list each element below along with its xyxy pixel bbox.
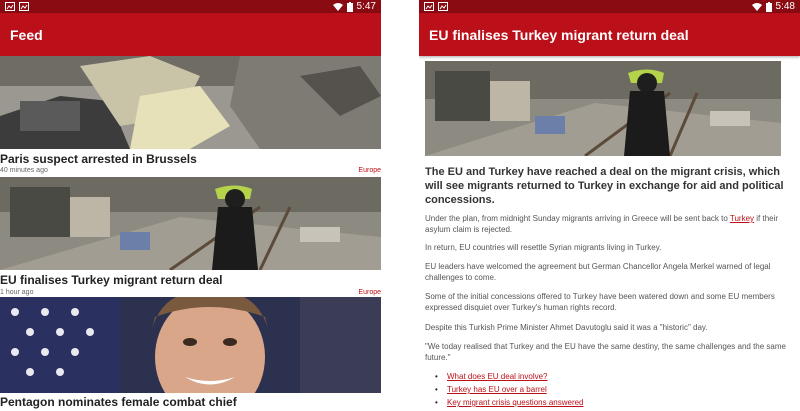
paragraph-text: Under the plan, from midnight Sunday mig… <box>425 214 730 223</box>
feed-story[interactable]: Paris suspect arrested in Brussels 40 mi… <box>0 56 381 177</box>
story-headline[interactable]: EU finalises Turkey migrant return deal <box>0 273 223 287</box>
wifi-icon <box>332 2 343 11</box>
feed-screen: 5:47 Feed Paris suspect arrested in Brus… <box>0 0 381 411</box>
story-headline[interactable]: Paris suspect arrested in Brussels <box>0 152 197 166</box>
article-paragraph: Despite this Turkish Prime Minister Ahme… <box>425 323 708 332</box>
story-section-tag[interactable]: Europe <box>358 289 381 296</box>
wifi-icon <box>751 2 762 11</box>
story-image[interactable] <box>0 56 381 149</box>
article-paragraph: "We today realised that Turkey and the E… <box>425 342 786 362</box>
story-timestamp: 1 hour ago <box>0 289 34 296</box>
related-link[interactable]: Turkey has EU over a barrel <box>447 385 547 394</box>
article-lead: The EU and Turkey have reached a deal on… <box>425 166 784 206</box>
page-title: EU finalises Turkey migrant return deal <box>429 26 689 43</box>
feed-story[interactable]: Pentagon nominates female combat chief <box>0 297 381 411</box>
article-image <box>425 61 781 156</box>
related-link-item: Key migrant crisis questions answered <box>435 396 584 409</box>
article-body: The EU and Turkey have reached a deal on… <box>419 56 800 411</box>
app-bar: EU finalises Turkey migrant return deal <box>419 13 800 56</box>
turkey-link[interactable]: Turkey <box>730 214 754 223</box>
story-image[interactable] <box>0 297 381 393</box>
photo-notification-icon <box>424 2 434 11</box>
story-image[interactable] <box>0 177 381 270</box>
feed-story[interactable]: EU finalises Turkey migrant return deal … <box>0 177 381 297</box>
battery-icon <box>765 1 772 12</box>
related-link-item: Turkey has EU over a barrel <box>435 383 584 396</box>
photo-notification-icon <box>19 2 29 11</box>
article-paragraph: EU leaders have welcomed the agreement b… <box>425 262 771 282</box>
app-bar: Feed <box>0 13 381 56</box>
status-time: 5:48 <box>775 1 795 12</box>
related-links: What does EU deal involve? Turkey has EU… <box>435 370 584 409</box>
related-link[interactable]: Key migrant crisis questions answered <box>447 398 584 407</box>
page-title: Feed <box>10 26 43 43</box>
article-paragraph: In return, EU countries will resettle Sy… <box>425 243 662 252</box>
photo-notification-icon <box>438 2 448 11</box>
story-headline[interactable]: Pentagon nominates female combat chief <box>0 395 237 409</box>
story-section-tag[interactable]: Europe <box>358 167 381 174</box>
story-timestamp: 40 minutes ago <box>0 167 48 174</box>
status-bar: 5:48 <box>419 0 800 13</box>
article-screen: 5:48 EU finalises Turkey migrant return … <box>419 0 800 411</box>
article-paragraph: Under the plan, from midnight Sunday mig… <box>425 213 793 235</box>
status-bar: 5:47 <box>0 0 381 13</box>
related-link[interactable]: What does EU deal involve? <box>447 372 548 381</box>
status-time: 5:47 <box>356 1 376 12</box>
article-paragraph: Some of the initial concessions offered … <box>425 292 775 312</box>
feed-list: Paris suspect arrested in Brussels 40 mi… <box>0 56 381 411</box>
photo-notification-icon <box>5 2 15 11</box>
battery-icon <box>346 1 353 12</box>
related-link-item: What does EU deal involve? <box>435 370 584 383</box>
